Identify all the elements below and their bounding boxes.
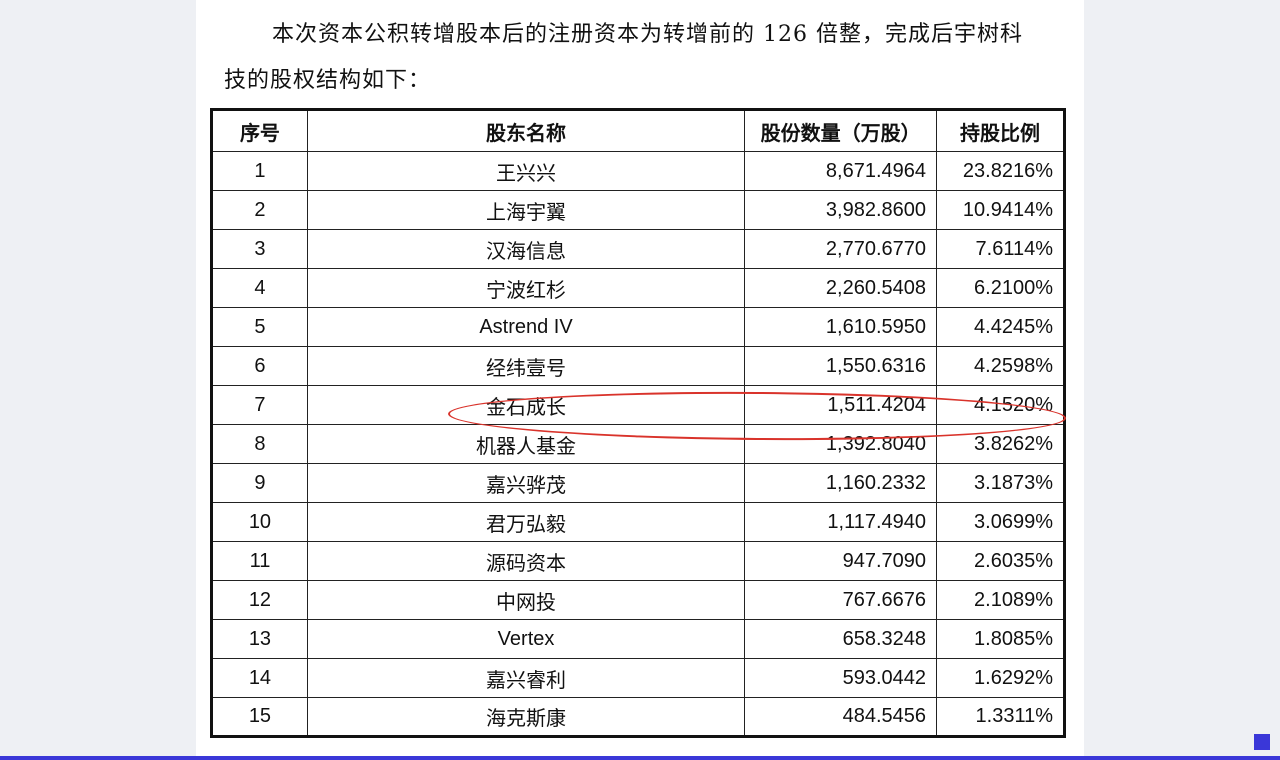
table-row: 2 上海宇翼 3,982.8600 10.9414% (211, 190, 1065, 230)
row-share-count: 767.6676 (744, 580, 938, 620)
table-row: 12 中网投 767.6676 2.1089% (211, 580, 1065, 620)
row-holding-ratio: 1.3311% (936, 697, 1065, 737)
table-row-highlighted: 7 金石成长 1,511.4204 4.1520% (211, 385, 1065, 425)
row-shareholder-name: 机器人基金 (306, 424, 746, 464)
row-shareholder-name: 上海宇翼 (306, 190, 746, 230)
table-row: 6 经纬壹号 1,550.6316 4.2598% (211, 346, 1065, 386)
row-holding-ratio: 3.0699% (936, 502, 1065, 542)
table-row: 15 海克斯康 484.5456 1.3311% (211, 697, 1065, 737)
row-index: 11 (211, 541, 308, 581)
paragraph-line-2: 技的股权结构如下： (224, 68, 432, 93)
table-row: 14 嘉兴睿利 593.0442 1.6292% (211, 658, 1065, 698)
row-index: 5 (211, 307, 308, 347)
table-header-row: 序号 股东名称 股份数量（万股） 持股比例 (211, 109, 1065, 152)
row-index: 10 (211, 502, 308, 542)
row-index: 1 (211, 151, 308, 191)
row-share-count: 947.7090 (744, 541, 938, 581)
row-holding-ratio: 1.8085% (936, 619, 1065, 659)
row-holding-ratio: 1.6292% (936, 658, 1065, 698)
row-holding-ratio: 7.6114% (936, 229, 1065, 269)
table-row: 1 王兴兴 8,671.4964 23.8216% (211, 151, 1065, 191)
row-index: 14 (211, 658, 308, 698)
table-row: 5 Astrend IV 1,610.5950 4.4245% (211, 307, 1065, 347)
header-shareholder-name: 股东名称 (306, 109, 746, 152)
row-holding-ratio: 4.1520% (936, 385, 1065, 425)
row-share-count: 2,770.6770 (744, 229, 938, 269)
row-index: 4 (211, 268, 308, 308)
table-row: 10 君万弘毅 1,117.4940 3.0699% (211, 502, 1065, 542)
bottom-accent-bar (0, 756, 1280, 760)
row-index: 13 (211, 619, 308, 659)
row-shareholder-name: Astrend IV (306, 307, 746, 347)
row-share-count: 1,550.6316 (744, 346, 938, 386)
row-shareholder-name: Vertex (306, 619, 746, 659)
row-shareholder-name: 金石成长 (306, 385, 746, 425)
document-page: 本次资本公积转增股本后的注册资本为转增前的 126 倍整，完成后宇树科 技的股权… (196, 0, 1084, 760)
row-share-count: 3,982.8600 (744, 190, 938, 230)
row-holding-ratio: 4.2598% (936, 346, 1065, 386)
table-row: 11 源码资本 947.7090 2.6035% (211, 541, 1065, 581)
paragraph-line-1: 本次资本公积转增股本后的注册资本为转增前的 126 倍整，完成后宇树科 (272, 22, 1023, 47)
row-index: 3 (211, 229, 308, 269)
row-share-count: 484.5456 (744, 697, 938, 737)
row-share-count: 2,260.5408 (744, 268, 938, 308)
row-shareholder-name: 中网投 (306, 580, 746, 620)
row-index: 6 (211, 346, 308, 386)
row-share-count: 1,392.8040 (744, 424, 938, 464)
row-shareholder-name: 嘉兴骅茂 (306, 463, 746, 503)
table-row: 3 汉海信息 2,770.6770 7.6114% (211, 229, 1065, 269)
row-holding-ratio: 6.2100% (936, 268, 1065, 308)
row-index: 8 (211, 424, 308, 464)
row-index: 12 (211, 580, 308, 620)
row-holding-ratio: 23.8216% (936, 151, 1065, 191)
row-index: 9 (211, 463, 308, 503)
equity-structure-table: 序号 股东名称 股份数量（万股） 持股比例 1 王兴兴 8,671.4964 2… (210, 108, 1066, 738)
row-index: 2 (211, 190, 308, 230)
table-row: 9 嘉兴骅茂 1,160.2332 3.1873% (211, 463, 1065, 503)
row-share-count: 1,610.5950 (744, 307, 938, 347)
row-holding-ratio: 10.9414% (936, 190, 1065, 230)
row-share-count: 1,511.4204 (744, 385, 938, 425)
row-shareholder-name: 源码资本 (306, 541, 746, 581)
row-share-count: 658.3248 (744, 619, 938, 659)
row-shareholder-name: 王兴兴 (306, 151, 746, 191)
table-row: 13 Vertex 658.3248 1.8085% (211, 619, 1065, 659)
row-holding-ratio: 2.1089% (936, 580, 1065, 620)
row-share-count: 593.0442 (744, 658, 938, 698)
row-holding-ratio: 3.8262% (936, 424, 1065, 464)
row-shareholder-name: 海克斯康 (306, 697, 746, 737)
row-shareholder-name: 经纬壹号 (306, 346, 746, 386)
table-row: 4 宁波红杉 2,260.5408 6.2100% (211, 268, 1065, 308)
row-share-count: 1,117.4940 (744, 502, 938, 542)
header-share-count: 股份数量（万股） (744, 109, 938, 152)
row-shareholder-name: 君万弘毅 (306, 502, 746, 542)
row-shareholder-name: 嘉兴睿利 (306, 658, 746, 698)
row-shareholder-name: 宁波红杉 (306, 268, 746, 308)
row-index: 15 (211, 697, 308, 737)
header-index: 序号 (211, 109, 308, 152)
row-share-count: 8,671.4964 (744, 151, 938, 191)
row-share-count: 1,160.2332 (744, 463, 938, 503)
row-holding-ratio: 4.4245% (936, 307, 1065, 347)
table-row: 8 机器人基金 1,392.8040 3.8262% (211, 424, 1065, 464)
header-holding-ratio: 持股比例 (936, 109, 1065, 152)
row-holding-ratio: 2.6035% (936, 541, 1065, 581)
corner-square-icon[interactable] (1254, 734, 1270, 750)
row-index: 7 (211, 385, 308, 425)
row-shareholder-name: 汉海信息 (306, 229, 746, 269)
row-holding-ratio: 3.1873% (936, 463, 1065, 503)
